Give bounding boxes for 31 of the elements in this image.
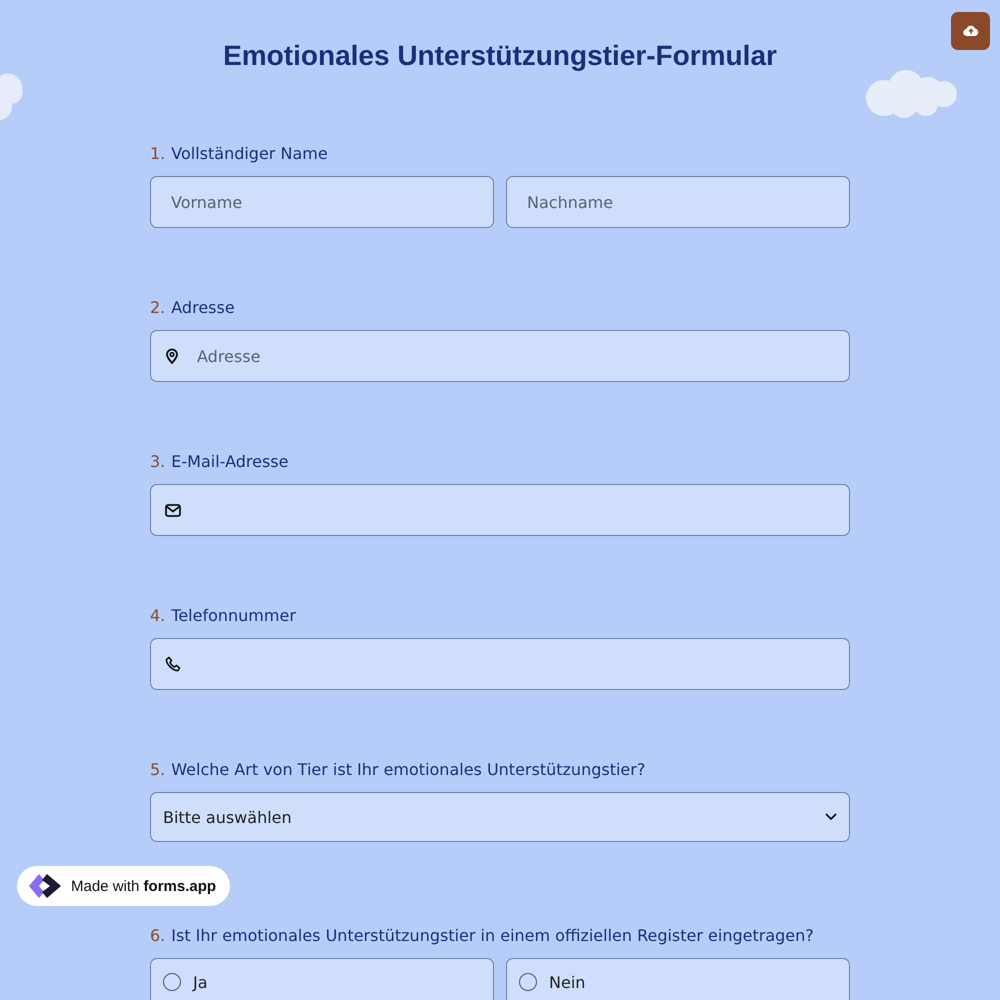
- text-field[interactable]: Adresse: [150, 330, 850, 382]
- radio-button[interactable]: [163, 973, 181, 991]
- location-pin-icon: [165, 348, 179, 364]
- question-number: 4.: [150, 606, 166, 626]
- radio-option[interactable]: Ja: [150, 958, 494, 1000]
- text-field[interactable]: Vorname: [150, 176, 494, 228]
- question-label: Vollständiger Name: [171, 144, 328, 164]
- question-label: Ist Ihr emotionales Unterstützungstier in einem offiziellen Register eingetragen?: [171, 926, 814, 946]
- question-label: Adresse: [171, 298, 235, 318]
- badge-text: Made with forms.app: [71, 878, 216, 894]
- upload-button[interactable]: [951, 12, 990, 50]
- question-label: Welche Art von Tier ist Ihr emotionales Unterstützungstier?: [171, 760, 646, 780]
- chevron-down-icon: [825, 813, 837, 821]
- radio-option[interactable]: Nein: [506, 958, 850, 1000]
- made-with-badge[interactable]: Made with forms.app: [17, 866, 230, 906]
- text-field[interactable]: Nachname: [506, 176, 850, 228]
- dropdown[interactable]: Bitte auswählen: [150, 792, 850, 842]
- text-field[interactable]: [150, 638, 850, 690]
- question-label: Telefonnummer: [171, 606, 296, 626]
- mail-icon: [165, 504, 181, 516]
- question-number: 6.: [150, 926, 166, 946]
- text-field[interactable]: [150, 484, 850, 536]
- question-number: 3.: [150, 452, 166, 472]
- radio-button[interactable]: [519, 973, 537, 991]
- question-number: 5.: [150, 760, 166, 780]
- question-label: E-Mail-Adresse: [171, 452, 288, 472]
- form-title: Emotionales Unterstützungstier-Formular: [223, 40, 777, 72]
- question-number: 1.: [150, 144, 166, 164]
- question-number: 2.: [150, 298, 166, 318]
- phone-icon: [165, 656, 181, 672]
- cloud-upload-icon: [962, 25, 978, 37]
